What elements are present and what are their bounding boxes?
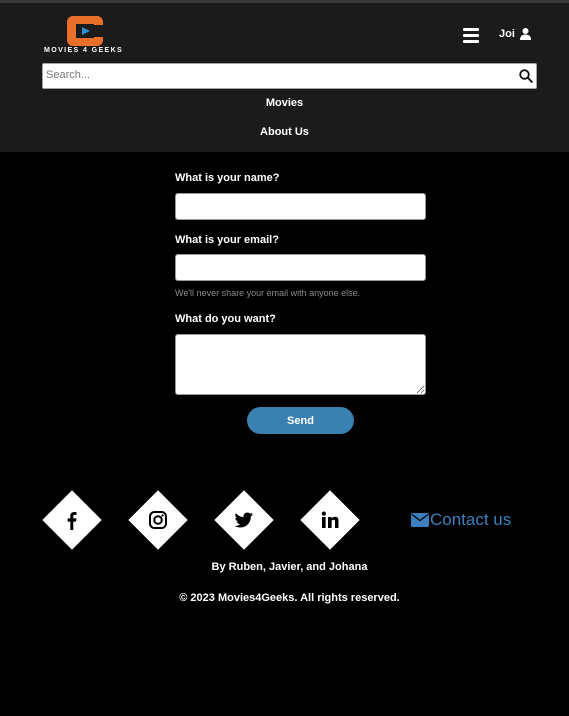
logo-icon	[67, 16, 103, 46]
logo-text: MOVIES 4 GEEKS	[44, 47, 124, 54]
search-icon[interactable]	[519, 69, 533, 83]
user-menu[interactable]: Joi	[499, 28, 531, 40]
hamburger-icon	[463, 40, 479, 43]
twitter-link[interactable]	[214, 490, 274, 550]
linkedin-link[interactable]	[300, 490, 360, 550]
hamburger-icon	[463, 28, 479, 31]
nav-link-about-us[interactable]: About Us	[0, 126, 569, 138]
contact-us-link[interactable]: Contact us	[411, 510, 511, 530]
email-help-text: We'll never share your email with anyone…	[175, 288, 361, 298]
linkedin-icon	[321, 511, 339, 528]
twitter-icon	[234, 512, 254, 528]
facebook-icon	[67, 512, 77, 530]
instagram-link[interactable]	[128, 490, 188, 550]
name-label: What is your name?	[175, 172, 280, 184]
facebook-link[interactable]	[42, 490, 102, 550]
nav-link-movies[interactable]: Movies	[0, 97, 569, 109]
message-field[interactable]	[175, 334, 426, 395]
contact-us-label: Contact us	[430, 510, 512, 529]
envelope-icon	[411, 513, 429, 527]
email-label: What is your email?	[175, 234, 279, 246]
footer-credits: By Ruben, Javier, and Johana	[211, 561, 368, 573]
footer-copyright: © 2023 Movies4Geeks. All rights reserved…	[179, 592, 400, 604]
site-header: MOVIES 4 GEEKS Joi Movies About Us	[0, 3, 569, 152]
site-logo[interactable]: MOVIES 4 GEEKS	[44, 14, 130, 58]
send-button[interactable]: Send	[247, 407, 354, 434]
instagram-icon	[149, 511, 167, 529]
name-field[interactable]	[175, 193, 426, 220]
menu-toggle-button[interactable]	[463, 28, 479, 43]
search-input[interactable]	[46, 66, 506, 84]
hamburger-icon	[463, 34, 479, 37]
message-label: What do you want?	[175, 313, 276, 325]
email-field[interactable]	[175, 254, 426, 281]
user-name: Joi	[499, 28, 515, 40]
user-icon	[519, 28, 531, 40]
search-bar	[42, 63, 537, 89]
